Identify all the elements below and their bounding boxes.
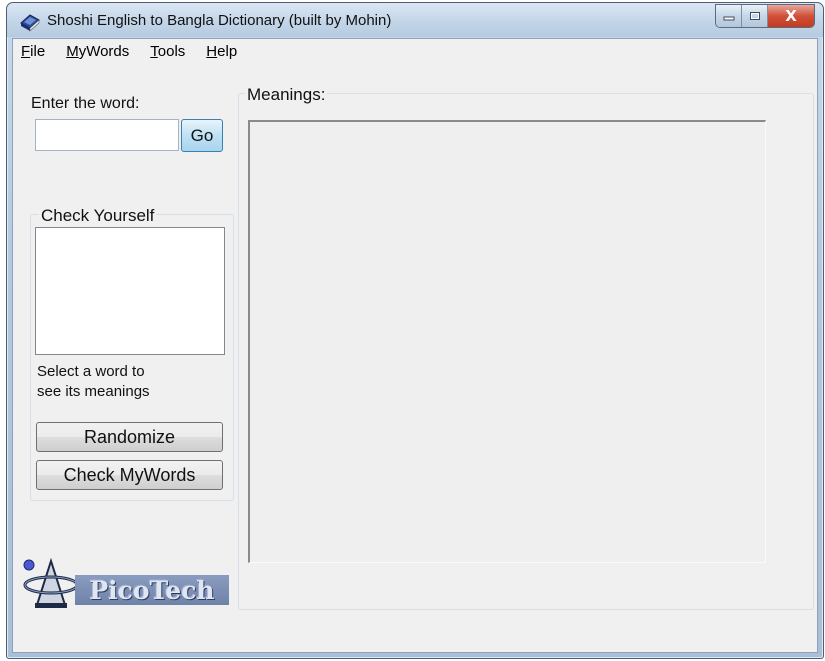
- menu-bar: File MyWords Tools Help: [13, 39, 817, 63]
- menu-tools[interactable]: Tools: [150, 43, 185, 60]
- enter-word-label: Enter the word:: [31, 95, 140, 112]
- randomize-button[interactable]: Randomize: [36, 422, 223, 452]
- menu-help-label: elp: [217, 42, 238, 60]
- check-yourself-list[interactable]: [35, 227, 225, 355]
- logo-emblem-icon: [23, 557, 79, 608]
- menu-mywords-label: yWords: [78, 42, 130, 60]
- window-controls: X: [715, 4, 815, 28]
- check-yourself-title: Check Yourself: [39, 206, 157, 226]
- menu-file-label: ile: [30, 42, 46, 60]
- menu-mywords[interactable]: MyWords: [66, 43, 129, 60]
- menu-file[interactable]: File: [21, 43, 45, 60]
- client-area: File MyWords Tools Help Enter the word: …: [12, 38, 818, 653]
- maximize-icon: [749, 12, 760, 20]
- menu-tools-label: ools: [157, 42, 186, 60]
- menu-mywords-accel: M: [66, 42, 79, 60]
- minimize-icon: [723, 16, 734, 21]
- menu-help-accel: H: [206, 42, 218, 60]
- minimize-button[interactable]: [716, 5, 742, 27]
- close-button[interactable]: X: [768, 5, 814, 27]
- menu-tools-accel: T: [150, 42, 158, 60]
- maximize-button[interactable]: [742, 5, 768, 27]
- window-title: Shoshi English to Bangla Dictionary (bui…: [47, 12, 392, 29]
- check-mywords-button[interactable]: Check MyWords: [36, 460, 223, 490]
- close-icon: X: [785, 7, 797, 25]
- title-bar[interactable]: Shoshi English to Bangla Dictionary (bui…: [7, 3, 823, 37]
- menu-file-accel: F: [21, 42, 31, 60]
- go-button[interactable]: Go: [181, 119, 223, 152]
- book-icon: [20, 14, 40, 32]
- picotech-logo: PicoTech: [21, 555, 231, 613]
- menu-help[interactable]: Help: [206, 43, 237, 60]
- meanings-display[interactable]: [248, 120, 766, 563]
- meanings-title: Meanings:: [245, 85, 328, 105]
- hint-line-2: see its meanings: [37, 383, 150, 400]
- word-input[interactable]: [35, 119, 179, 151]
- logo-text: PicoTech: [89, 575, 215, 605]
- logo-wordmark: PicoTech: [75, 575, 229, 605]
- app-window: Shoshi English to Bangla Dictionary (bui…: [6, 2, 824, 659]
- hint-line-1: Select a word to: [37, 363, 145, 380]
